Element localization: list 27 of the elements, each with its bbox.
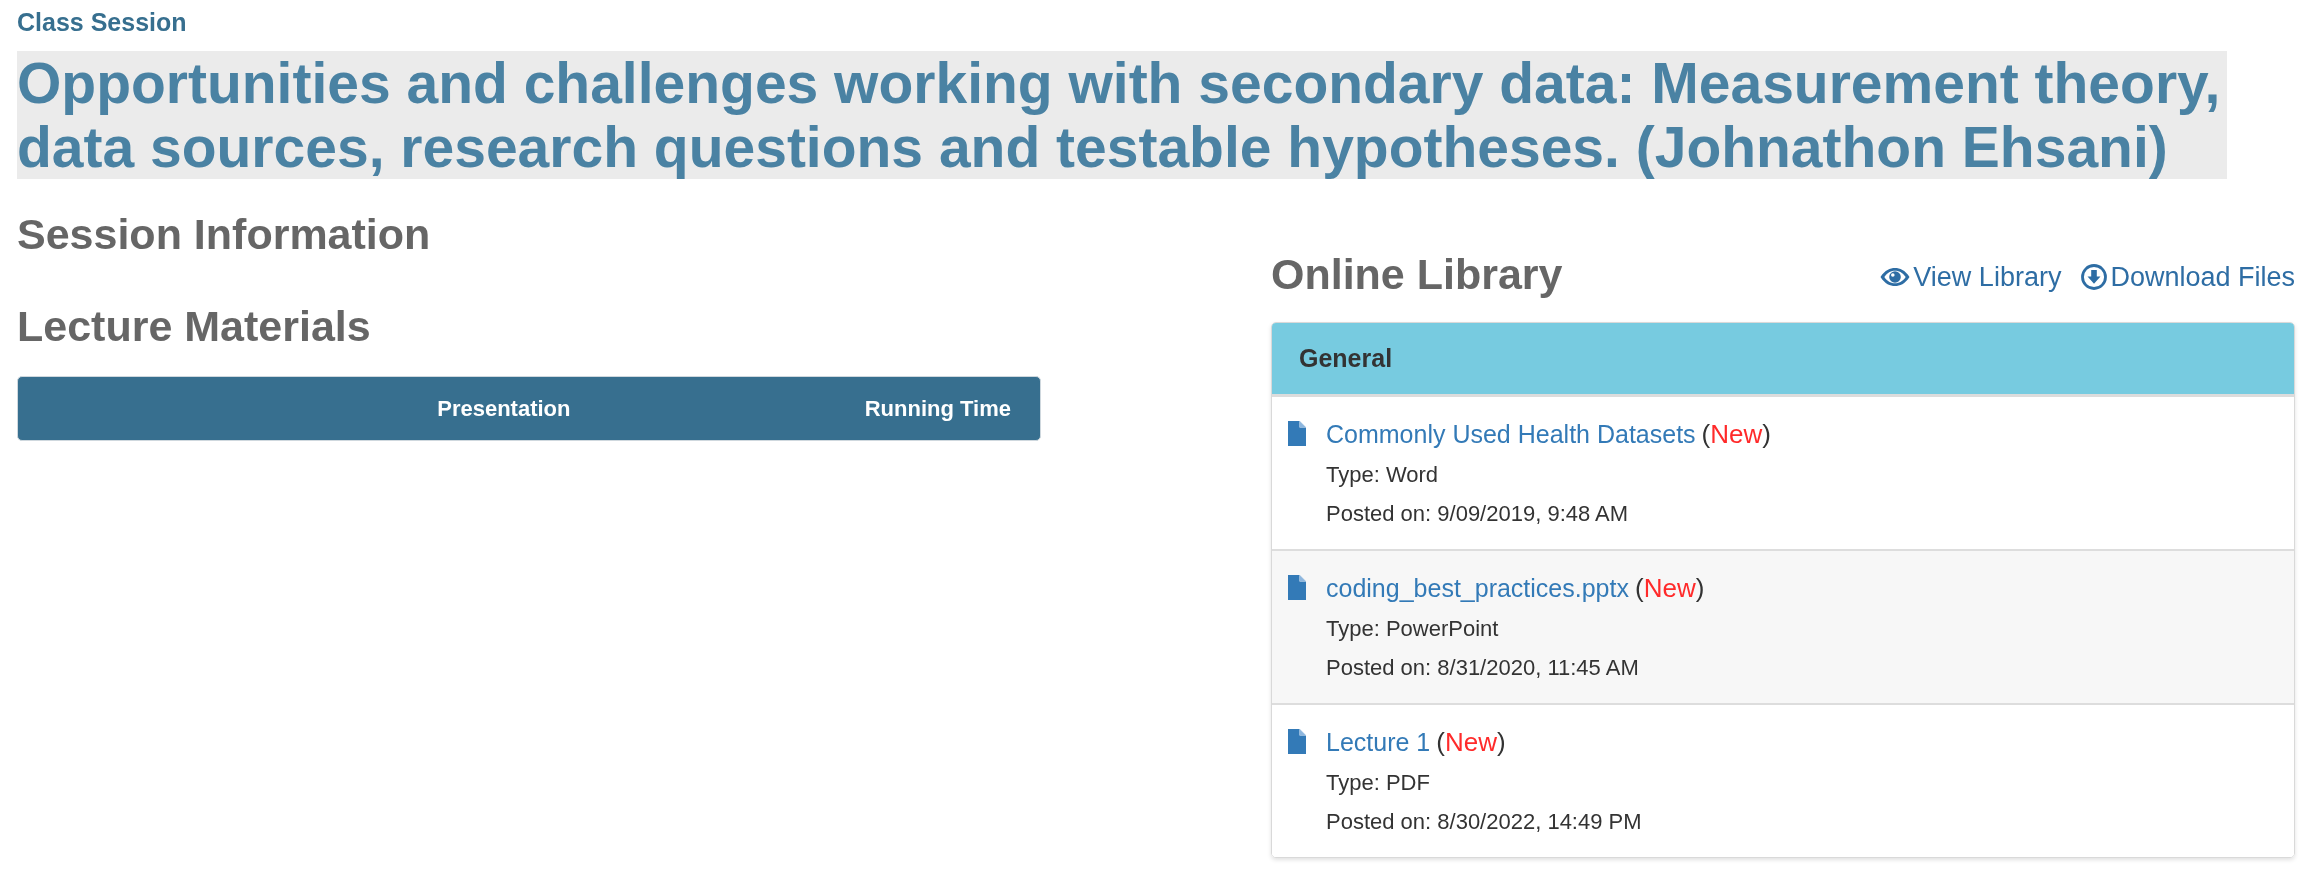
file-link[interactable]: Lecture 1 bbox=[1326, 726, 1431, 758]
class-session-label: Class Session bbox=[17, 7, 188, 38]
file-type: Type: PDF bbox=[1326, 769, 1431, 797]
column-header: Running Time bbox=[864, 395, 1011, 423]
file-type: Type: PowerPoint bbox=[1326, 615, 1500, 643]
new-label: (New) bbox=[1701, 418, 1771, 450]
file-icon bbox=[1288, 575, 1306, 600]
file-type: Type: Word bbox=[1326, 461, 1440, 489]
posted-date: Posted on: 9/09/2019, 9:48 AM bbox=[1326, 500, 1630, 528]
posted-date: Posted on: 8/30/2022, 14:49 PM bbox=[1326, 808, 1642, 836]
view-library-link[interactable]: View Library bbox=[1880, 260, 2062, 294]
file-link[interactable]: coding_best_practices.pptx bbox=[1326, 572, 1629, 604]
posted-date: Posted on: 8/31/2020, 11:45 AM bbox=[1326, 654, 1640, 682]
file-icon bbox=[1288, 729, 1306, 754]
session-title: Opportunities and challenges working with secondary data: Measurement theory, data sources, research questions and testable hypotheses. (Johnathon Ehsani) bbox=[17, 51, 2227, 179]
file-link[interactable]: Commonly Used Health Datasets bbox=[1326, 418, 1696, 450]
section-heading: Online Library bbox=[1271, 249, 1563, 299]
file-icon bbox=[1288, 421, 1306, 446]
section-heading: Session Information bbox=[17, 209, 432, 259]
eye-icon bbox=[1880, 268, 1911, 286]
download-files-link[interactable]: Download Files bbox=[2081, 260, 2295, 294]
new-label: (New) bbox=[1634, 572, 1705, 604]
new-label: (New) bbox=[1436, 726, 1506, 758]
download-icon bbox=[2081, 264, 2108, 290]
column-header: Presentation bbox=[436, 395, 572, 423]
panel-header: General bbox=[1272, 323, 2294, 397]
section-heading: Lecture Materials bbox=[17, 301, 372, 351]
